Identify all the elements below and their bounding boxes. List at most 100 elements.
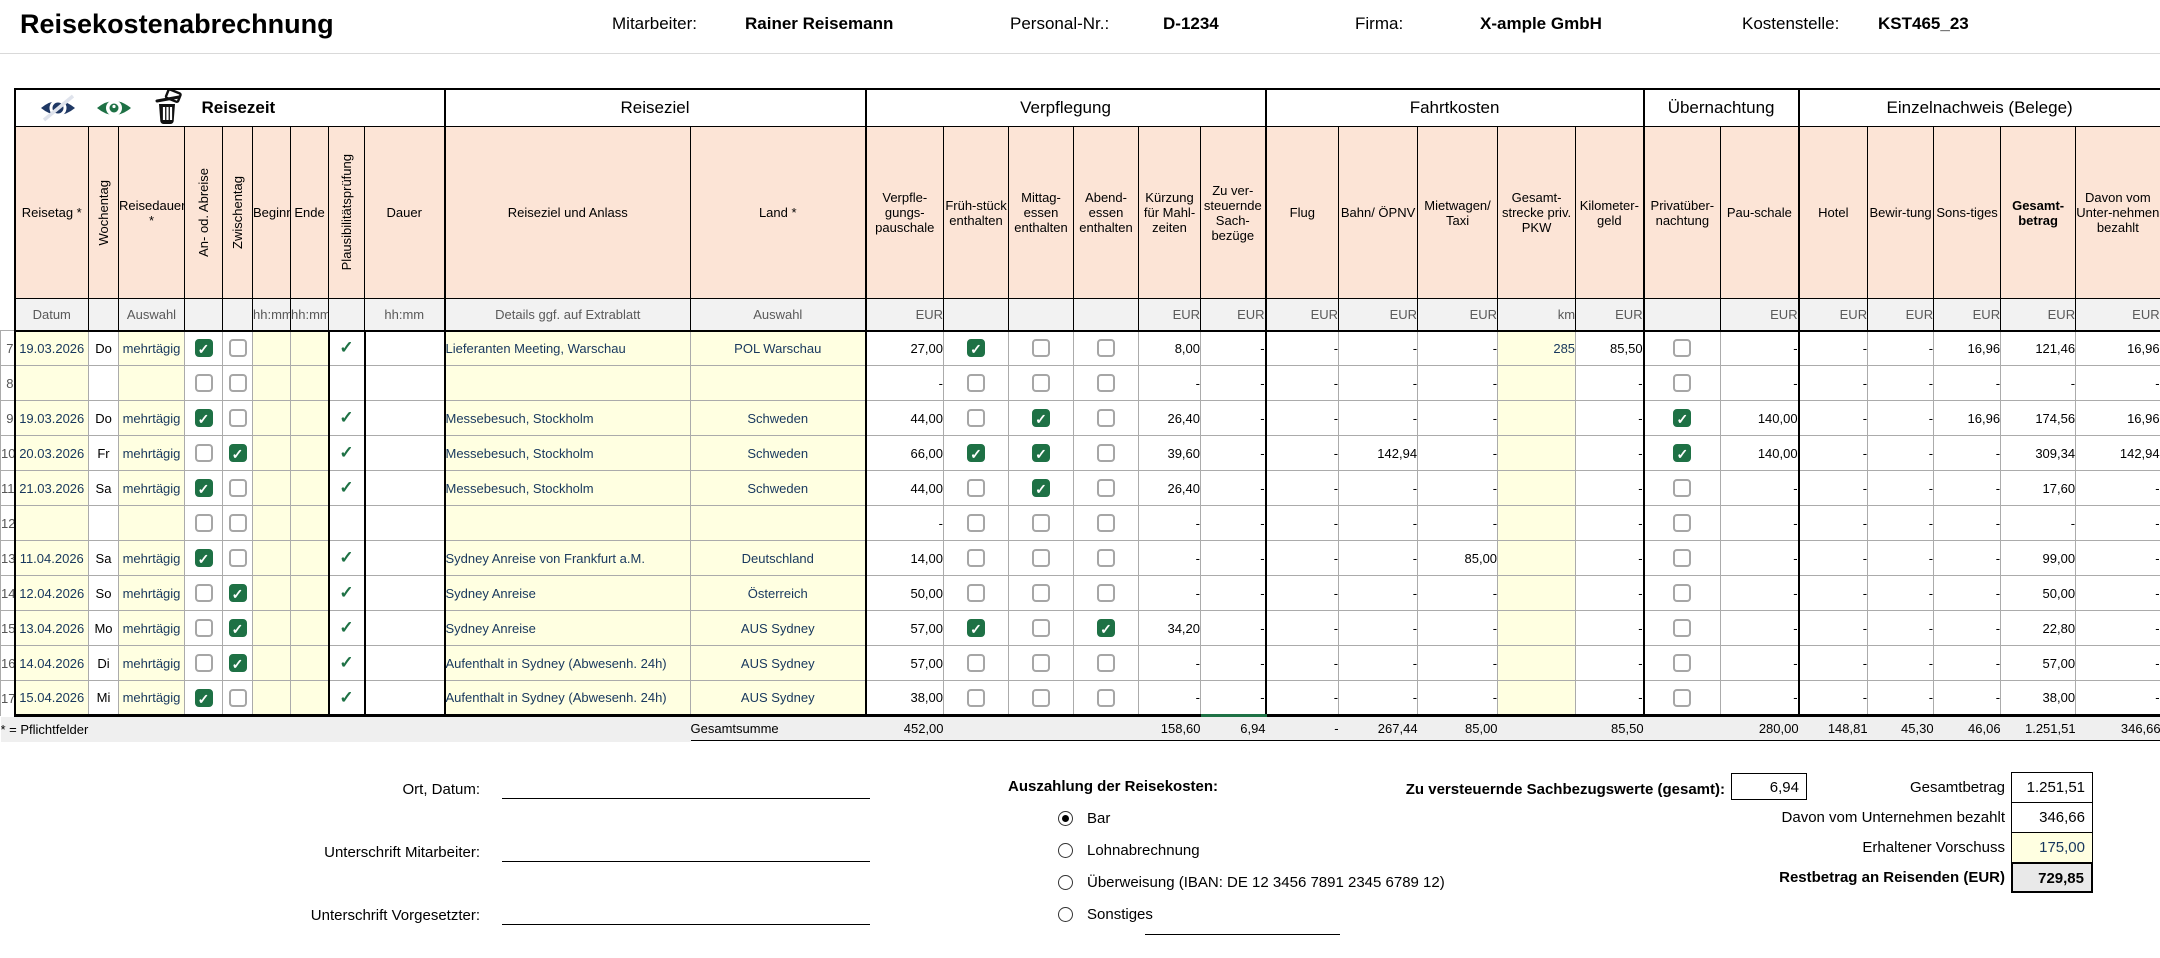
fs-checkbox[interactable] [967, 409, 985, 427]
cell-datum[interactable]: 12.04.2026 [15, 576, 89, 611]
radio-überweisung[interactable] [1058, 875, 1073, 890]
cell-datum[interactable]: 13.04.2026 [15, 611, 89, 646]
cell-beginn[interactable] [253, 471, 291, 506]
cell-land[interactable]: POL Warschau [691, 331, 866, 366]
cell-land[interactable] [691, 366, 866, 401]
ab-checkbox[interactable] [1097, 584, 1115, 602]
fs-checkbox[interactable]: ✓ [967, 339, 985, 357]
cell-anlass[interactable]: Lieferanten Meeting, Warschau [445, 331, 691, 366]
cell-beginn[interactable] [253, 331, 291, 366]
cell-ende[interactable] [291, 331, 329, 366]
cell-datum[interactable]: 21.03.2026 [15, 471, 89, 506]
cell-anlass[interactable]: Messebesuch, Stockholm [445, 436, 691, 471]
fs-checkbox[interactable] [967, 514, 985, 532]
zwischen-checkbox[interactable] [229, 479, 247, 497]
cell-reisedauer[interactable] [119, 506, 185, 541]
cell-beginn[interactable] [253, 366, 291, 401]
ab-checkbox[interactable] [1097, 549, 1115, 567]
privat-checkbox[interactable] [1673, 479, 1691, 497]
cell-reisedauer[interactable]: mehrtägig [119, 611, 185, 646]
mi-checkbox[interactable] [1032, 689, 1050, 707]
cell-anlass[interactable]: Messebesuch, Stockholm [445, 471, 691, 506]
cell-beginn[interactable] [253, 611, 291, 646]
cell-strecke[interactable]: 285 [1498, 331, 1576, 366]
cell-ende[interactable] [291, 471, 329, 506]
signature-line[interactable] [502, 780, 870, 799]
mi-checkbox[interactable] [1032, 339, 1050, 357]
fs-checkbox[interactable] [967, 584, 985, 602]
cell-datum[interactable]: 19.03.2026 [15, 331, 89, 366]
signature-line[interactable] [502, 843, 870, 862]
privat-checkbox[interactable]: ✓ [1673, 409, 1691, 427]
privat-checkbox[interactable]: ✓ [1673, 444, 1691, 462]
mi-checkbox[interactable] [1032, 619, 1050, 637]
cell-datum[interactable] [15, 366, 89, 401]
mi-checkbox[interactable] [1032, 654, 1050, 672]
cell-land[interactable]: Schweden [691, 436, 866, 471]
privat-checkbox[interactable] [1673, 689, 1691, 707]
ab-checkbox[interactable] [1097, 689, 1115, 707]
zwischen-checkbox[interactable] [229, 549, 247, 567]
an_ab-checkbox[interactable]: ✓ [195, 689, 213, 707]
mi-checkbox[interactable] [1032, 374, 1050, 392]
cell-datum[interactable]: 20.03.2026 [15, 436, 89, 471]
cell-strecke[interactable] [1498, 541, 1576, 576]
ab-checkbox[interactable] [1097, 514, 1115, 532]
cell-beginn[interactable] [253, 646, 291, 681]
fs-checkbox[interactable] [967, 654, 985, 672]
summary-value[interactable]: 175,00 [2011, 832, 2093, 863]
zwischen-checkbox[interactable] [229, 409, 247, 427]
mi-checkbox[interactable]: ✓ [1032, 444, 1050, 462]
ab-checkbox[interactable]: ✓ [1097, 619, 1115, 637]
cell-beginn[interactable] [253, 401, 291, 436]
cell-strecke[interactable] [1498, 611, 1576, 646]
radio-sonstiges[interactable] [1058, 907, 1073, 922]
ab-checkbox[interactable] [1097, 374, 1115, 392]
radio-bar[interactable] [1058, 811, 1073, 826]
ab-checkbox[interactable] [1097, 339, 1115, 357]
fs-checkbox[interactable] [967, 549, 985, 567]
zwischen-checkbox[interactable] [229, 689, 247, 707]
zwischen-checkbox[interactable]: ✓ [229, 444, 247, 462]
fs-checkbox[interactable] [967, 479, 985, 497]
cell-strecke[interactable] [1498, 576, 1576, 611]
cell-beginn[interactable] [253, 681, 291, 716]
zwischen-checkbox[interactable]: ✓ [229, 584, 247, 602]
mi-checkbox[interactable]: ✓ [1032, 409, 1050, 427]
cell-reisedauer[interactable] [119, 366, 185, 401]
mi-checkbox[interactable] [1032, 549, 1050, 567]
cell-reisedauer[interactable]: mehrtägig [119, 436, 185, 471]
cell-strecke[interactable] [1498, 471, 1576, 506]
cell-anlass[interactable]: Sydney Anreise [445, 611, 691, 646]
cell-reisedauer[interactable]: mehrtägig [119, 331, 185, 366]
cell-datum[interactable]: 14.04.2026 [15, 646, 89, 681]
cell-ende[interactable] [291, 681, 329, 716]
mi-checkbox[interactable]: ✓ [1032, 479, 1050, 497]
zwischen-checkbox[interactable]: ✓ [229, 619, 247, 637]
privat-checkbox[interactable] [1673, 619, 1691, 637]
an_ab-checkbox[interactable] [195, 584, 213, 602]
fs-checkbox[interactable]: ✓ [967, 619, 985, 637]
cell-reisedauer[interactable]: mehrtägig [119, 471, 185, 506]
cell-land[interactable]: AUS Sydney [691, 681, 866, 716]
sonstiges-input[interactable] [1145, 920, 1340, 935]
privat-checkbox[interactable] [1673, 549, 1691, 567]
signature-line[interactable] [502, 906, 870, 925]
cell-ende[interactable] [291, 436, 329, 471]
cell-anlass[interactable]: Aufenthalt in Sydney (Abwesenh. 24h) [445, 646, 691, 681]
cell-anlass[interactable] [445, 506, 691, 541]
cell-reisedauer[interactable]: mehrtägig [119, 576, 185, 611]
privat-checkbox[interactable] [1673, 584, 1691, 602]
fs-checkbox[interactable] [967, 689, 985, 707]
delete-rows-icon[interactable] [150, 90, 184, 126]
cell-strecke[interactable] [1498, 646, 1576, 681]
zwischen-checkbox[interactable] [229, 339, 247, 357]
cell-datum[interactable]: 11.04.2026 [15, 541, 89, 576]
an_ab-checkbox[interactable]: ✓ [195, 339, 213, 357]
cell-ende[interactable] [291, 506, 329, 541]
cell-ende[interactable] [291, 401, 329, 436]
cell-strecke[interactable] [1498, 401, 1576, 436]
cell-reisedauer[interactable]: mehrtägig [119, 401, 185, 436]
an_ab-checkbox[interactable]: ✓ [195, 409, 213, 427]
cell-beginn[interactable] [253, 576, 291, 611]
